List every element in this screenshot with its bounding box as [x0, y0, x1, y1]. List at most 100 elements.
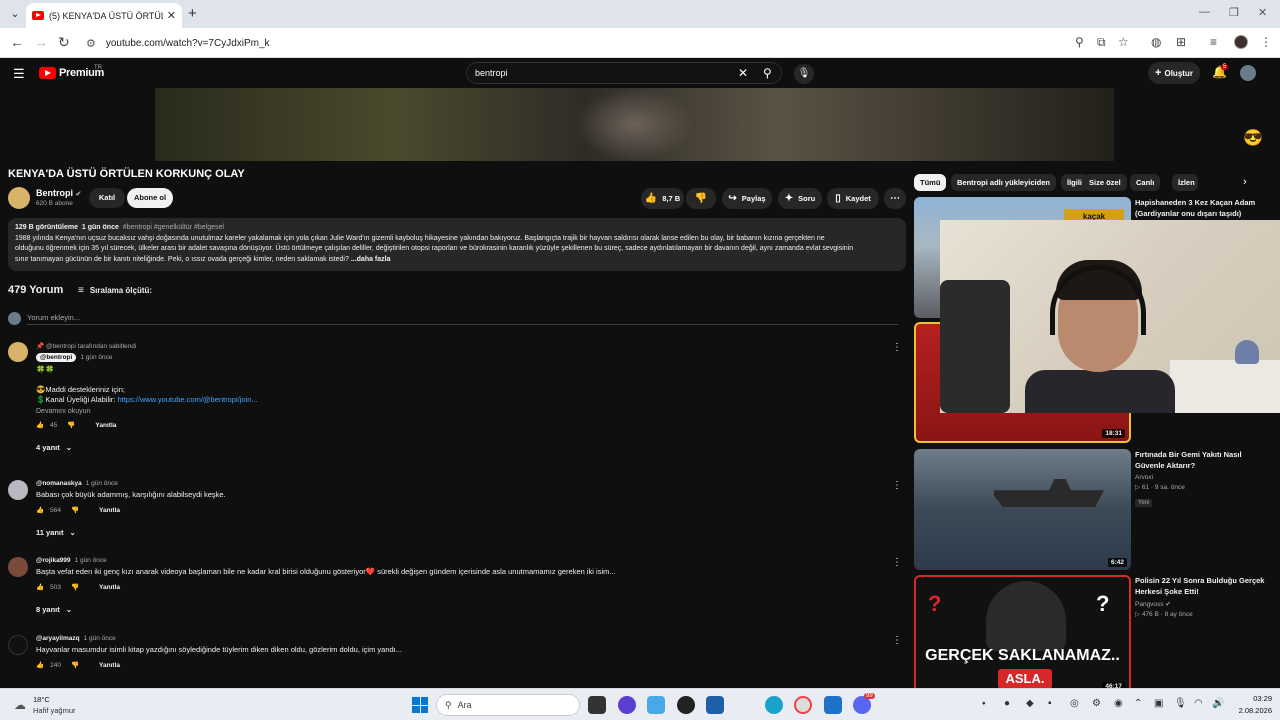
restore-icon[interactable]: ❐ [1229, 6, 1239, 19]
create-button[interactable]: + Oluştur [1148, 62, 1200, 84]
show-replies-button[interactable]: 11 yanıt ⌄ [36, 528, 876, 537]
weather-status[interactable]: Hafif yağmur [33, 706, 76, 715]
comment-author[interactable]: @rojika999 [36, 557, 71, 564]
new-tab-icon[interactable]: + [188, 5, 197, 22]
taskbar-search[interactable]: ⚲ Ara [436, 694, 580, 716]
more-actions-button[interactable]: ⋯ [884, 188, 906, 209]
chip-all[interactable]: Tümü [914, 174, 947, 191]
window-close-icon[interactable]: ✕ [1258, 6, 1267, 19]
volume-icon[interactable]: 🔊 [1212, 698, 1224, 709]
minimize-icon[interactable]: — [1199, 6, 1210, 18]
comment-avatar[interactable] [8, 635, 28, 655]
comment-menu-icon[interactable]: ⋮ [892, 480, 902, 491]
search-input[interactable]: bentropi [475, 68, 508, 78]
site-info-icon[interactable]: ⚙ [86, 37, 96, 50]
subscribe-button[interactable]: Abone ol [127, 188, 173, 208]
related-video-title[interactable]: Hapishaneden 3 Kez Kaçan Adam (Gardiyanl… [1135, 198, 1270, 219]
weather-cloud-icon[interactable]: ☁ [14, 698, 26, 712]
related-video-thumbnail[interactable]: ? ? GERÇEK SAKLANAMAZ.. ASLA. 46:17 [914, 575, 1131, 696]
app-icon[interactable] [824, 696, 842, 714]
related-video-channel[interactable]: Pangvoss [1135, 601, 1164, 608]
comment-author[interactable]: @nomanaskya [36, 480, 82, 487]
search-box[interactable]: bentropi ✕ ⚲ [466, 62, 782, 84]
zoom-icon[interactable]: ⚲ [1075, 35, 1084, 49]
chips-next-chevron-icon[interactable]: › [1243, 176, 1247, 188]
video-player[interactable] [155, 88, 1114, 161]
comment-menu-icon[interactable]: ⋮ [892, 635, 902, 646]
comment-menu-icon[interactable]: ⋮ [892, 342, 902, 353]
comment-time[interactable]: 1 gün önce [80, 354, 112, 361]
chrome-icon[interactable] [794, 696, 812, 714]
related-video-thumbnail[interactable]: 6:42 [914, 449, 1131, 570]
tab-close-icon[interactable]: ✕ [167, 9, 176, 22]
edge-icon[interactable] [765, 696, 783, 714]
description-box[interactable]: 129 B görüntüleme 1 gün önce #bentropi #… [8, 218, 906, 271]
clear-search-icon[interactable]: ✕ [738, 66, 748, 80]
comment-like-icon[interactable]: 👍 [36, 661, 44, 669]
channel-avatar[interactable] [8, 187, 30, 209]
media-control-icon[interactable]: ≡ [1210, 35, 1217, 49]
bookmark-star-icon[interactable]: ☆ [1118, 35, 1129, 49]
store-icon[interactable] [706, 696, 724, 714]
microphone-icon[interactable]: 🎙 [1174, 698, 1187, 709]
comment-author[interactable]: @aryayilmazq [36, 635, 80, 642]
like-button[interactable]: 👍 8,7 B [641, 188, 684, 209]
back-icon[interactable]: ← [10, 34, 24, 50]
browser-tab[interactable]: (5) KENYA'DA ÜSTÜ ÖRTÜLEN K ✕ [26, 3, 182, 28]
tray-app-icon[interactable]: ⬩ [982, 698, 986, 709]
clock-time[interactable]: 03:29 [1232, 694, 1272, 703]
install-icon[interactable]: ⧉ [1097, 35, 1106, 50]
comment-menu-icon[interactable]: ⋮ [892, 557, 902, 568]
extensions-puzzle-icon[interactable]: ⊞ [1176, 35, 1186, 49]
menu-icon[interactable]: ☰ [13, 66, 25, 82]
tray-app-icon[interactable]: ⚙ [1092, 698, 1101, 709]
temperature[interactable]: 18°C [33, 695, 50, 704]
related-video-info[interactable]: Fırtınada Bir Gemi Yakıtı Nasıl Güvenle … [1135, 450, 1270, 509]
comment-time[interactable]: 1 gün önce [86, 480, 118, 487]
reply-button[interactable]: Yanıtla [99, 507, 120, 514]
comment-time[interactable]: 1 gün önce [75, 557, 107, 564]
forward-icon[interactable]: → [34, 34, 48, 50]
hashtags[interactable]: #bentropi #genelkültür #belgesel [123, 224, 224, 231]
app-icon[interactable] [618, 696, 636, 714]
chip-for-you[interactable]: Size özel [1083, 174, 1127, 191]
youtube-logo-icon[interactable] [39, 67, 56, 79]
show-replies-button[interactable]: 8 yanıt ⌄ [36, 605, 876, 614]
comment-dislike-icon[interactable]: 👎 [71, 506, 79, 514]
tab-search-icon[interactable]: ⌄ [6, 5, 24, 23]
voice-search-icon[interactable]: 🎙 [794, 64, 814, 84]
wifi-icon[interactable]: ◠ [1194, 698, 1203, 709]
related-video-title[interactable]: Fırtınada Bir Gemi Yakıtı Nasıl Güvenle … [1135, 450, 1270, 471]
tray-app-icon[interactable]: ◉ [1114, 698, 1123, 709]
account-avatar[interactable] [1240, 65, 1256, 81]
sort-button[interactable]: ≡ Sıralama ölçütü: [78, 285, 152, 296]
show-more-link[interactable]: ...daha fazla [351, 256, 391, 263]
browser-menu-icon[interactable]: ⋮ [1260, 35, 1272, 49]
related-video-channel[interactable]: Arvoxi [1135, 474, 1270, 481]
reload-icon[interactable]: ↻ [58, 34, 70, 51]
tray-app-icon[interactable]: ▪ [1048, 698, 1052, 709]
extension-icon[interactable]: ◍ [1151, 35, 1161, 49]
share-button[interactable]: ↪ Paylaş [722, 188, 772, 209]
chip-from-uploader[interactable]: Bentropi adlı yükleyiciden [951, 174, 1056, 191]
chip-watched[interactable]: İzlen [1172, 174, 1198, 191]
comment-dislike-icon[interactable]: 👎 [67, 421, 75, 429]
channel-name[interactable]: Bentropi ✔ [36, 188, 81, 198]
related-video-title[interactable]: Polisin 22 Yıl Sonra Bulduğu Gerçek Herk… [1135, 576, 1270, 597]
chip-live[interactable]: Canlı [1130, 174, 1161, 191]
comment-avatar[interactable] [8, 557, 28, 577]
address-bar[interactable]: ⚙ youtube.com/watch?v=7CyJdxiPm_k [80, 32, 1140, 54]
save-button[interactable]: ▯ Kaydet [827, 188, 879, 209]
reply-button[interactable]: Yanıtla [95, 422, 116, 429]
dislike-button[interactable]: 👎 [686, 188, 716, 209]
clock-date[interactable]: 2.08.2026 [1232, 706, 1272, 715]
tray-app-icon[interactable]: ◆ [1026, 698, 1034, 709]
comment-dislike-icon[interactable]: 👎 [71, 583, 79, 591]
related-video-info[interactable]: Hapishaneden 3 Kez Kaçan Adam (Gardiyanl… [1135, 198, 1270, 219]
app-icon[interactable] [647, 696, 665, 714]
app-icon[interactable] [677, 696, 695, 714]
start-icon[interactable] [412, 697, 428, 713]
ask-button[interactable]: ✦ Soru [778, 188, 822, 209]
task-view-icon[interactable] [588, 696, 606, 714]
comment-author[interactable]: @bentropi [36, 353, 77, 362]
